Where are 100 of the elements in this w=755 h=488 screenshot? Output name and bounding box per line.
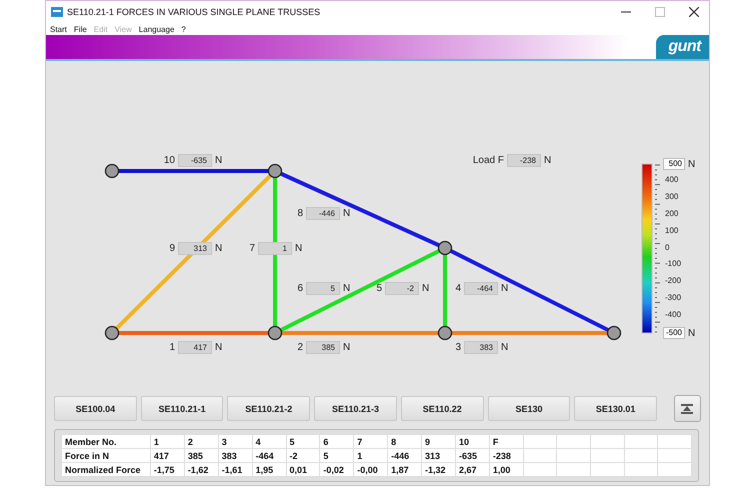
- scale-max-field: 500: [663, 158, 685, 170]
- unit-label: N: [215, 242, 222, 254]
- table-cell: 4: [252, 434, 286, 448]
- unit-label: N: [215, 154, 222, 166]
- member-number: 1: [169, 342, 176, 352]
- truss-button[interactable]: SE110.21-1: [140, 396, 224, 421]
- scale-tick-label: 400: [665, 174, 678, 184]
- table-cell: 10: [455, 434, 490, 448]
- truss-button[interactable]: SE130: [488, 396, 570, 421]
- table-cell: F: [489, 434, 524, 448]
- member-number: 9: [169, 242, 176, 254]
- table-cell: 383: [218, 448, 252, 462]
- table-cell: 2: [184, 434, 218, 448]
- load-field: -238: [507, 154, 541, 166]
- member-number: 6: [297, 282, 304, 294]
- truss-node: [438, 240, 452, 256]
- menu-item[interactable]: File: [74, 24, 87, 34]
- unit-label: N: [544, 154, 552, 166]
- member-number: 4: [455, 282, 462, 294]
- unit-label: N: [688, 158, 696, 170]
- force-field: 5: [306, 282, 340, 294]
- table-cell: -2: [286, 448, 320, 462]
- scale-tick-label: 0: [665, 242, 670, 252]
- truss-node: [104, 164, 120, 178]
- table-cell: 8: [388, 434, 422, 448]
- menu-item[interactable]: Start: [50, 24, 67, 34]
- unit-label: N: [688, 328, 696, 338]
- table-cell: 7: [354, 434, 388, 448]
- app-icon: [51, 7, 63, 17]
- unit-label: N: [215, 342, 222, 352]
- truss-button[interactable]: SE110.21-3: [314, 396, 397, 421]
- table-cell: 1: [354, 448, 388, 462]
- scale-min-field: -500: [663, 327, 685, 339]
- unit-label: N: [343, 282, 350, 294]
- force-field: 385: [306, 340, 340, 354]
- force-field: -2: [385, 282, 419, 294]
- truss-button[interactable]: SE130.01: [574, 396, 658, 421]
- member-number: 10: [164, 154, 176, 166]
- unit-label: N: [343, 342, 350, 352]
- table-cell: 1: [150, 434, 184, 448]
- window-title: SE110.21-1 FORCES IN VARIOUS SINGLE PLANE TRUSSES: [67, 7, 320, 17]
- truss-node: [268, 326, 282, 340]
- table-cell: 5: [286, 434, 320, 448]
- scale-tick-label: 300: [665, 192, 678, 201]
- truss-button[interactable]: SE100.04: [54, 396, 137, 421]
- menu-item[interactable]: Language: [138, 24, 174, 34]
- table-cell: -0,00: [354, 462, 388, 476]
- menu-item[interactable]: ?: [181, 24, 186, 34]
- table-cell: -0,02: [320, 462, 354, 476]
- member-number: 5: [376, 282, 383, 294]
- table-cell: Normalized Force: [62, 462, 150, 476]
- table-cell: -446: [388, 448, 422, 462]
- member-number: 2: [297, 342, 304, 352]
- scale-tick-label: 200: [665, 208, 678, 218]
- truss-button[interactable]: SE110.22: [400, 396, 484, 421]
- force-field: 383: [464, 340, 498, 354]
- unit-label: N: [422, 282, 430, 294]
- table-cell: 417: [150, 448, 184, 462]
- force-field: -464: [464, 282, 498, 294]
- close-icon[interactable]: [689, 7, 699, 17]
- force-field: -635: [178, 154, 212, 166]
- table-cell: 0,01: [286, 462, 320, 476]
- table-cell: -1,32: [422, 462, 456, 476]
- table-cell: -464: [252, 448, 286, 462]
- lift-icon: [681, 404, 694, 414]
- unit-label: N: [501, 282, 508, 294]
- table-cell: -238: [489, 448, 524, 462]
- table-cell: Force in N: [62, 448, 150, 462]
- table-cell: -635: [455, 448, 490, 462]
- table-cell: 385: [184, 448, 218, 462]
- table-cell: 6: [320, 434, 354, 448]
- table-cell: 3: [218, 434, 252, 448]
- force-field: 313: [178, 242, 212, 254]
- table-cell: 1,95: [252, 462, 286, 476]
- force-field: 417: [178, 340, 212, 354]
- scale-tick-label: -100: [665, 259, 682, 268]
- member-number: 8: [297, 208, 304, 218]
- unit-label: N: [343, 208, 350, 218]
- member-number: 7: [249, 242, 256, 254]
- scale-tick-label: -400: [665, 310, 682, 320]
- unit-label: N: [501, 342, 508, 352]
- member-number: 3: [455, 342, 462, 352]
- truss-node: [438, 326, 452, 340]
- unit-label: N: [295, 242, 302, 254]
- force-field: 1: [258, 242, 292, 254]
- table-cell: 1,87: [388, 462, 422, 476]
- table-cell: 2,67: [455, 462, 490, 476]
- table-cell: 313: [422, 448, 456, 462]
- scale-tick-label: 100: [665, 226, 678, 235]
- table-cell: -1,62: [184, 462, 218, 476]
- force-field: -446: [306, 206, 340, 220]
- table-cell: -1,61: [218, 462, 252, 476]
- scale-tick-label: -300: [665, 293, 682, 302]
- table-cell: 5: [320, 448, 354, 462]
- logo: gunt: [656, 35, 709, 59]
- truss-node: [268, 164, 282, 178]
- truss-button[interactable]: SE110.21-2: [227, 396, 310, 421]
- export-button[interactable]: [674, 395, 701, 422]
- scale-tick-label: -200: [665, 276, 682, 286]
- table-cell: 9: [422, 434, 456, 448]
